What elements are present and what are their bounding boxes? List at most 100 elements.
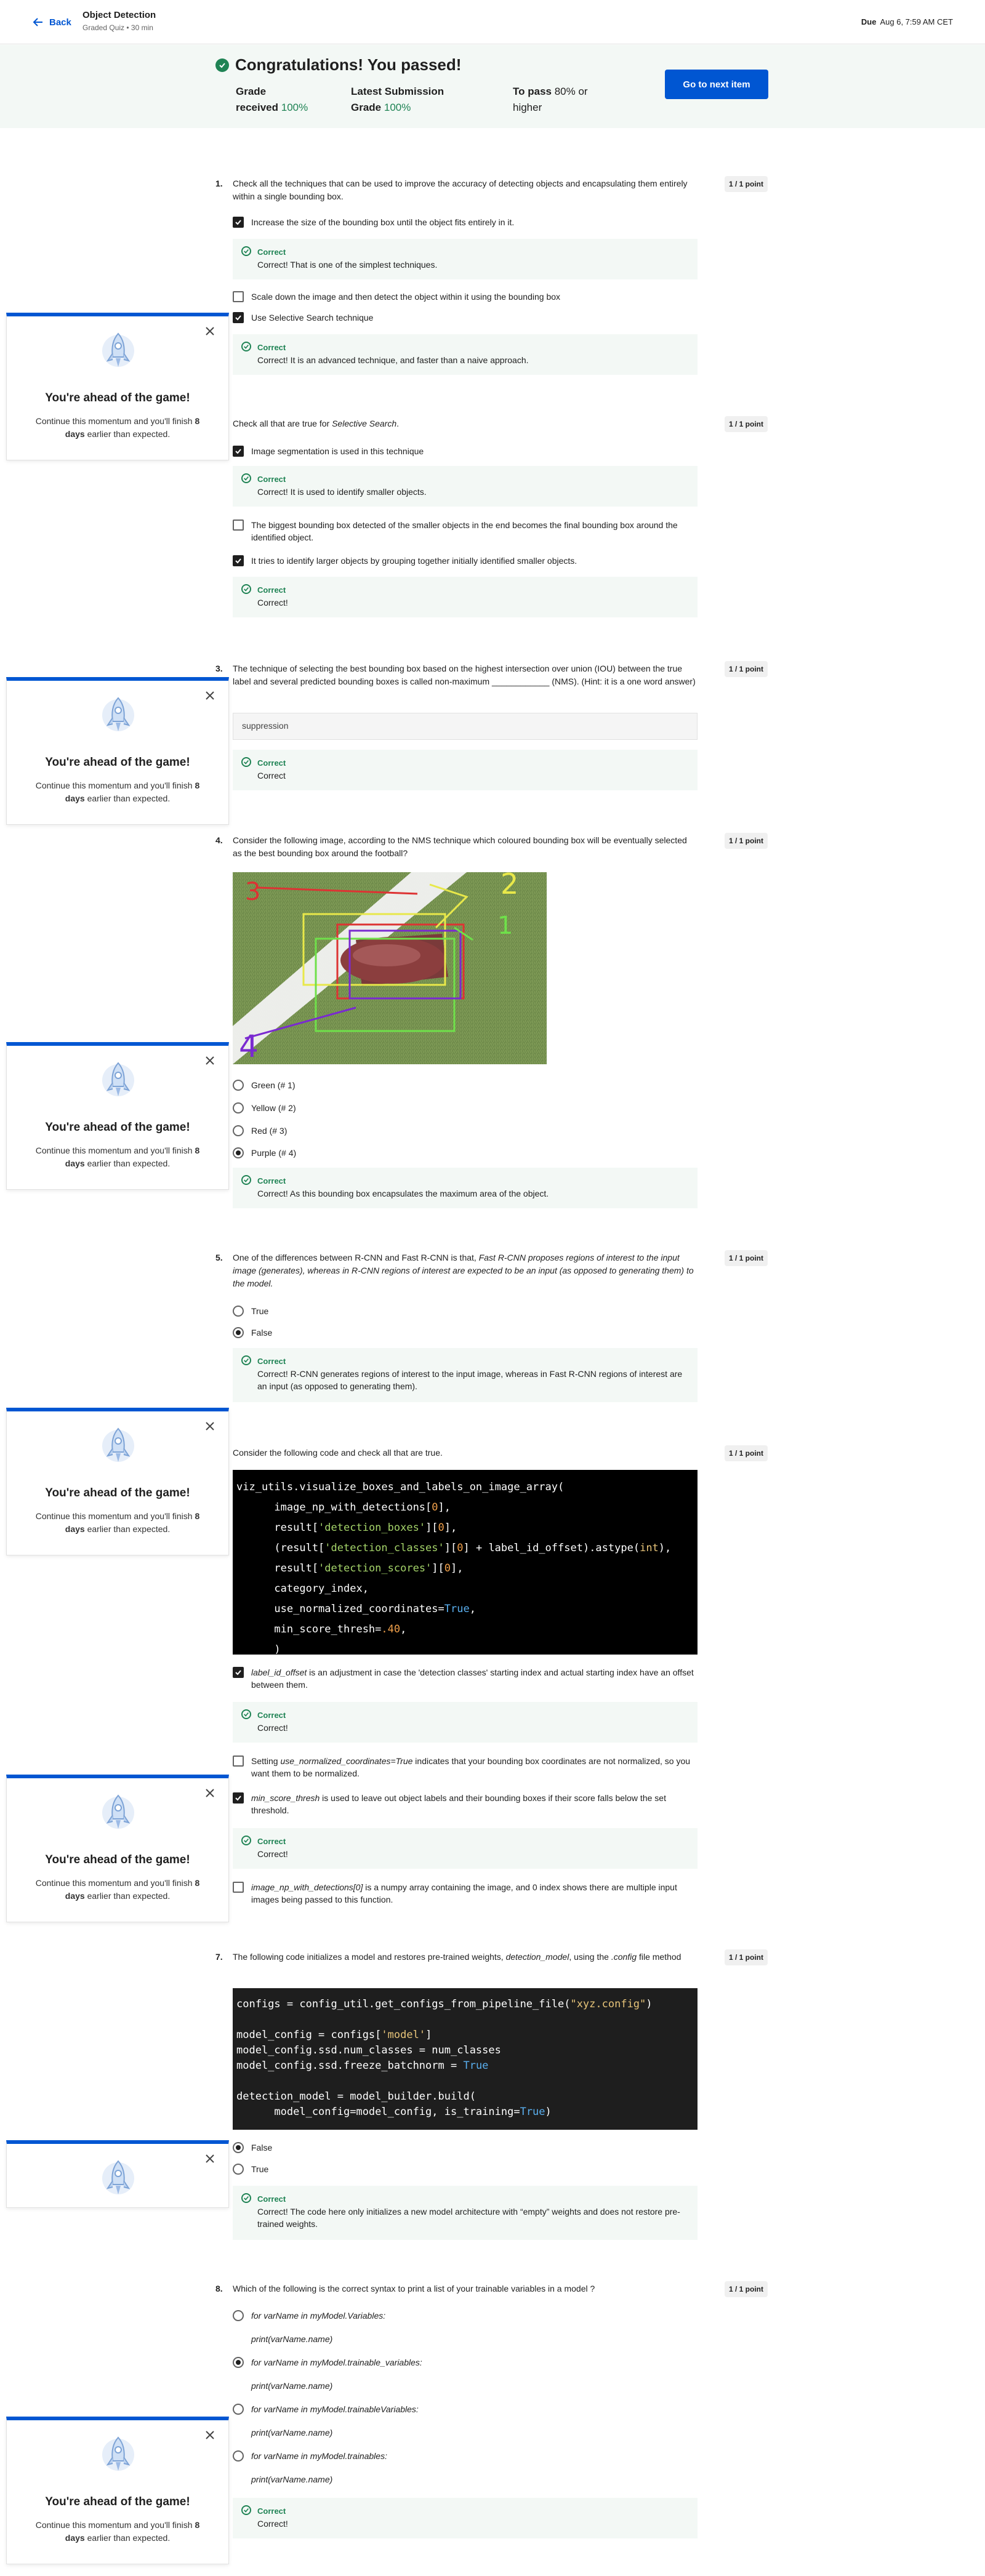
top-bar: Back Object Detection Graded Quiz • 30 m… (0, 0, 985, 44)
feedback-correct: Correct Correct! The code here only initi… (233, 2186, 698, 2240)
latest-submission: Latest Submission Grade 100% (351, 84, 444, 116)
feedback-status: Correct (257, 475, 286, 484)
option[interactable]: Setting use_normalized_coordinates=True … (233, 1755, 701, 1780)
radio-selected[interactable] (233, 2357, 244, 2368)
checkbox-checked[interactable] (233, 555, 244, 566)
text-part: The following code initializes a model a… (233, 1952, 506, 1962)
answer-input[interactable]: suppression (233, 713, 698, 740)
close-icon[interactable] (205, 1421, 215, 1431)
option[interactable]: False (233, 1326, 701, 1339)
option[interactable]: Yellow (# 2) (233, 1102, 701, 1114)
card-title: You're ahead of the game! (45, 756, 190, 769)
checkbox-checked[interactable] (233, 217, 244, 228)
question-text: Which of the following is the correct sy… (233, 2284, 595, 2293)
course-title: Object Detection (82, 10, 156, 20)
feedback-correct: Correct Correct! (233, 577, 698, 617)
radio-selected[interactable] (233, 1147, 244, 1158)
checkbox-unchecked[interactable] (233, 520, 244, 531)
option[interactable]: for varName in myModel.Variables: (233, 2309, 701, 2322)
option-code-line: print(varName.name) (251, 2428, 333, 2438)
check-circle-icon (241, 473, 251, 483)
pass-value: 80% or (554, 86, 588, 97)
radio-selected[interactable] (233, 2142, 244, 2153)
option[interactable]: for varName in myModel.trainableVariable… (233, 2403, 701, 2415)
close-icon[interactable] (205, 1056, 215, 1065)
radio-unselected[interactable] (233, 2310, 244, 2321)
card-subtitle: Continue this momentum and you'll finish… (25, 1510, 210, 1536)
option[interactable]: for varName in myModel.trainable_variabl… (233, 2356, 701, 2369)
box-label-4: 4 (239, 1029, 259, 1064)
feedback-text: Correct! That is one of the simplest tec… (257, 260, 438, 270)
check-circle-icon (241, 246, 251, 256)
option[interactable]: min_score_thresh is used to leave out ob… (233, 1792, 701, 1816)
checkbox-checked[interactable] (233, 1792, 244, 1804)
radio-unselected[interactable] (233, 1306, 244, 1317)
feedback-correct: Correct Correct (233, 750, 698, 790)
check-circle-icon (241, 1709, 251, 1719)
option[interactable]: label_id_offset is an adjustment in case… (233, 1666, 701, 1691)
option[interactable]: False (233, 2141, 701, 2154)
feedback-status: Correct (257, 585, 286, 595)
card-text: earlier than expected. (87, 2533, 171, 2543)
ahead-of-game-card: You're ahead of the game! Continue this … (6, 313, 229, 460)
checkbox-unchecked[interactable] (233, 291, 244, 302)
option[interactable]: Red (# 3) (233, 1125, 701, 1137)
option[interactable]: Purple (# 4) (233, 1147, 701, 1159)
rocket-icon (102, 1062, 134, 1096)
points-badge: 1 / 1 point (725, 833, 768, 849)
close-icon[interactable] (205, 1788, 215, 1798)
option[interactable]: The biggest bounding box detected of the… (233, 519, 701, 544)
card-text: earlier than expected. (87, 1158, 171, 1168)
ahead-of-game-card: You're ahead of the game! Continue this … (6, 1408, 229, 1555)
checkbox-unchecked[interactable] (233, 1755, 244, 1767)
radio-unselected[interactable] (233, 2450, 244, 2462)
option[interactable]: Scale down the image and then detect the… (233, 291, 701, 303)
feedback-text: Correct! (257, 1723, 288, 1733)
check-circle-icon (241, 1836, 251, 1845)
option[interactable]: It tries to identify larger objects by g… (233, 555, 701, 567)
close-icon[interactable] (205, 691, 215, 700)
due-label: Due (861, 17, 877, 26)
next-item-button[interactable]: Go to next item (665, 70, 768, 99)
option-label: for varName in myModel.trainableVariable… (251, 2404, 419, 2414)
feedback-correct: Correct Correct! As this bounding box enc… (233, 1168, 698, 1208)
option[interactable]: True (233, 2163, 701, 2175)
card-text: Continue this momentum and you'll finish (35, 780, 193, 790)
radio-selected[interactable] (233, 1327, 244, 1338)
back-button[interactable]: Back (32, 16, 71, 28)
option[interactable]: Use Selective Search technique (233, 311, 701, 324)
option[interactable]: True (233, 1305, 701, 1317)
card-title: You're ahead of the game! (45, 1121, 190, 1134)
option[interactable]: for varName in myModel.trainables: (233, 2450, 701, 2462)
option[interactable]: image_np_with_detections[0] is a numpy a… (233, 1881, 701, 1906)
close-icon[interactable] (205, 2154, 215, 2164)
radio-unselected[interactable] (233, 1080, 244, 1091)
card-title: You're ahead of the game! (45, 2495, 190, 2508)
close-icon[interactable] (205, 326, 215, 336)
checkbox-checked[interactable] (233, 446, 244, 457)
radio-unselected[interactable] (233, 1125, 244, 1136)
radio-unselected[interactable] (233, 1102, 244, 1113)
option-label: It tries to identify larger objects by g… (251, 556, 577, 566)
checkbox-unchecked[interactable] (233, 1882, 244, 1893)
feedback-text: Correct! R-CNN generates regions of inte… (257, 1369, 683, 1391)
option[interactable]: Image segmentation is used in this techn… (233, 445, 701, 457)
option[interactable]: Increase the size of the bounding box un… (233, 216, 701, 228)
code-term: image_np_with_detections[0] (251, 1882, 363, 1892)
checkbox-checked[interactable] (233, 312, 244, 323)
card-text: Continue this momentum and you'll finish (35, 1878, 193, 1888)
feedback-text: Correct! (257, 1849, 288, 1859)
due-date: Due Aug 6, 7:59 AM CET (861, 17, 953, 26)
radio-unselected[interactable] (233, 2164, 244, 2175)
result-banner (0, 45, 985, 128)
text-part: Setting (251, 1756, 281, 1766)
option-label: for varName in myModel.trainable_variabl… (251, 2357, 422, 2367)
card-title: You're ahead of the game! (45, 1853, 190, 1866)
close-icon[interactable] (205, 2430, 215, 2440)
checkbox-checked[interactable] (233, 1667, 244, 1678)
ahead-of-game-card: You're ahead of the game! Continue this … (6, 1042, 229, 1190)
rocket-icon (102, 697, 134, 731)
radio-unselected[interactable] (233, 2404, 244, 2415)
option[interactable]: Green (# 1) (233, 1079, 701, 1091)
grade-value: 100% (281, 102, 308, 113)
